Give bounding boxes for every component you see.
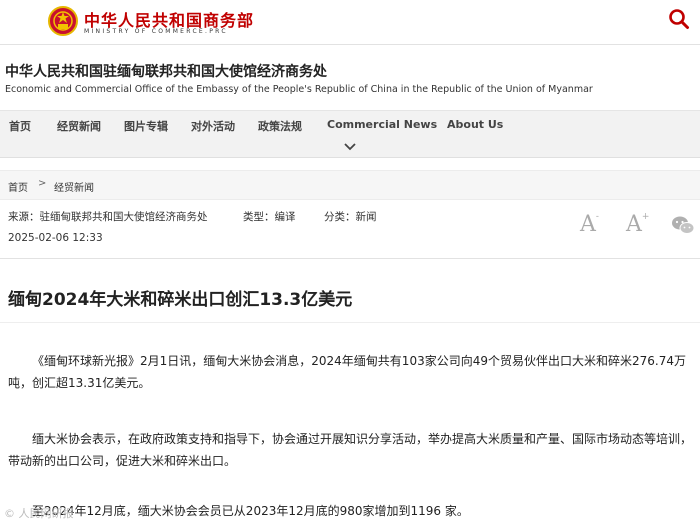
article-category: 分类：新闻 bbox=[324, 211, 377, 223]
national-emblem-icon[interactable] bbox=[48, 5, 78, 37]
meta-divider bbox=[0, 258, 700, 259]
ministry-logo-english: MINISTRY OF COMMERCE.PRC bbox=[84, 28, 228, 35]
nav-item-activities[interactable]: 对外活动 bbox=[191, 118, 235, 134]
font-increase-button[interactable]: A+ bbox=[626, 212, 649, 237]
font-decrease-label: A bbox=[580, 212, 596, 237]
title-divider bbox=[0, 322, 700, 323]
article-type: 类型：编译 bbox=[243, 211, 296, 223]
breadcrumb-home[interactable]: 首页 bbox=[8, 179, 28, 194]
wechat-share-icon[interactable] bbox=[671, 214, 695, 236]
article-paragraph: 至2024年12月底，缅大米协会会员已从2023年12月底的980家增加到119… bbox=[32, 504, 469, 518]
font-increase-sign: + bbox=[641, 211, 650, 222]
font-decrease-button[interactable]: A- bbox=[580, 212, 599, 237]
nav-item-about-us[interactable]: About Us bbox=[447, 118, 503, 131]
nav-item-policies[interactable]: 政策法规 bbox=[258, 118, 302, 134]
header-divider bbox=[0, 44, 700, 45]
font-decrease-sign: - bbox=[595, 211, 599, 222]
article-date: 2025-02-06 12:33 bbox=[8, 232, 103, 244]
breadcrumb: 首页 > 经贸新闻 bbox=[0, 170, 700, 200]
office-title-english: Economic and Commercial Office of the Em… bbox=[5, 84, 593, 95]
nav-item-commercial-news[interactable]: Commercial News bbox=[327, 118, 437, 131]
main-nav: 首页 经贸新闻 图片专辑 对外活动 政策法规 Commercial News A… bbox=[0, 110, 700, 139]
font-increase-label: A bbox=[626, 212, 642, 237]
watermark: © 人民网研报 bbox=[4, 507, 74, 520]
search-icon[interactable] bbox=[668, 8, 690, 30]
article-paragraph: 《缅甸环球新光报》2月1日讯，缅甸大米协会消息，2024年缅甸共有103家公司向… bbox=[8, 354, 686, 390]
nav-expand-bar bbox=[0, 139, 700, 158]
nav-item-trade-news[interactable]: 经贸新闻 bbox=[57, 118, 101, 134]
article-source: 来源：驻缅甸联邦共和国大使馆经济商务处 bbox=[8, 211, 208, 223]
spacer bbox=[0, 158, 700, 170]
breadcrumb-current[interactable]: 经贸新闻 bbox=[54, 179, 94, 194]
breadcrumb-separator: > bbox=[38, 178, 47, 189]
nav-item-photo-album[interactable]: 图片专辑 bbox=[124, 118, 168, 134]
article-paragraph: 缅大米协会表示，在政府政策支持和指导下，协会通过开展知识分享活动，举办提高大米质… bbox=[8, 432, 693, 468]
nav-item-home[interactable]: 首页 bbox=[9, 118, 31, 134]
article-title: 缅甸2024年大米和碎米出口创汇13.3亿美元 bbox=[8, 290, 353, 310]
chevron-down-icon[interactable] bbox=[343, 141, 357, 153]
office-title: 中华人民共和国驻缅甸联邦共和国大使馆经济商务处 bbox=[5, 64, 327, 80]
site-header: 中华人民共和国商务部 MINISTRY OF COMMERCE.PRC bbox=[0, 0, 700, 44]
